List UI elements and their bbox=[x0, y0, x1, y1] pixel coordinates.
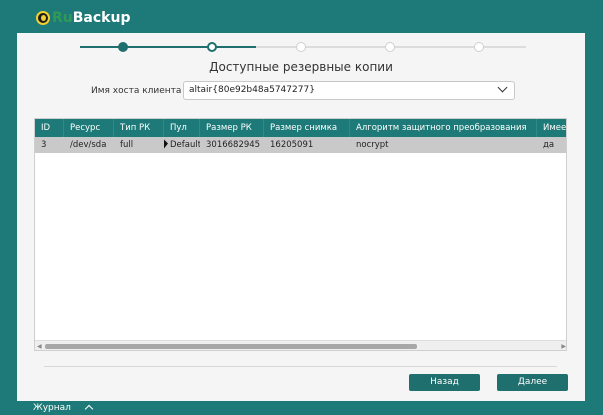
logo-icon bbox=[36, 11, 50, 25]
step-dot-4 bbox=[385, 42, 395, 52]
step-dot-2 bbox=[207, 42, 217, 52]
dialog-title: Доступные резервные копии bbox=[209, 60, 393, 74]
cell-resource: /dev/sda bbox=[70, 140, 107, 150]
column-header-id[interactable]: ID bbox=[35, 119, 64, 137]
scroll-left-icon[interactable]: ◀ bbox=[37, 343, 42, 350]
scroll-right-icon[interactable]: ▶ bbox=[561, 343, 566, 350]
table-header: ID Ресурс Тип РК Пул Размер РК Размер сн… bbox=[35, 119, 566, 137]
table-row[interactable]: 3 /dev/sda full Default 3016682945 16205… bbox=[35, 137, 566, 153]
journal-toggle[interactable]: Журнал bbox=[33, 403, 71, 413]
host-select-value: altair{80e92b48a5747277} bbox=[189, 85, 315, 95]
step-dot-5 bbox=[474, 42, 484, 52]
cell-snapshot-size: 16205091 bbox=[270, 140, 314, 150]
cell-id: 3 bbox=[41, 140, 47, 150]
scrollbar-thumb[interactable] bbox=[45, 344, 417, 349]
backups-table: ID Ресурс Тип РК Пул Размер РК Размер сн… bbox=[34, 118, 567, 351]
column-header-snapshot-size[interactable]: Размер снимка bbox=[264, 119, 350, 137]
cell-pool: Default bbox=[170, 140, 200, 150]
cell-algorithm: nocrypt bbox=[356, 140, 389, 150]
wizard-steps bbox=[80, 41, 526, 53]
step-dot-3 bbox=[296, 42, 306, 52]
top-bar: Ru Backup bbox=[0, 0, 603, 34]
next-button[interactable]: Далее bbox=[497, 374, 568, 391]
column-header-algorithm[interactable]: Алгоритм защитного преобразования bbox=[350, 119, 537, 137]
column-header-backup-size[interactable]: Размер РК bbox=[200, 119, 264, 137]
host-select[interactable]: altair{80e92b48a5747277} bbox=[183, 81, 515, 100]
logo-text-ru: Ru bbox=[52, 10, 73, 26]
back-button[interactable]: Назад bbox=[409, 374, 480, 391]
cell-type: full bbox=[120, 140, 134, 150]
cell-has: да bbox=[543, 140, 555, 150]
column-header-resource[interactable]: Ресурс bbox=[64, 119, 114, 137]
wizard-dialog: Доступные резервные копии Имя хоста клие… bbox=[17, 33, 585, 401]
host-label: Имя хоста клиента bbox=[91, 86, 182, 96]
logo-text-backup: Backup bbox=[72, 10, 131, 26]
horizontal-scrollbar[interactable]: ◀ ▶ bbox=[35, 340, 566, 350]
column-header-pool[interactable]: Пул bbox=[164, 119, 200, 137]
column-header-type[interactable]: Тип РК bbox=[114, 119, 164, 137]
chevron-up-icon[interactable] bbox=[84, 404, 94, 414]
cell-backup-size: 3016682945 bbox=[206, 140, 261, 150]
mouse-cursor-icon bbox=[164, 139, 168, 150]
bottom-bar: Журнал bbox=[0, 401, 603, 415]
rubackup-logo: Ru Backup bbox=[36, 8, 130, 28]
column-header-has[interactable]: Имеет bbox=[537, 119, 566, 137]
footer-divider bbox=[44, 366, 557, 367]
step-dot-1 bbox=[118, 42, 128, 52]
chevron-down-icon bbox=[497, 82, 508, 93]
